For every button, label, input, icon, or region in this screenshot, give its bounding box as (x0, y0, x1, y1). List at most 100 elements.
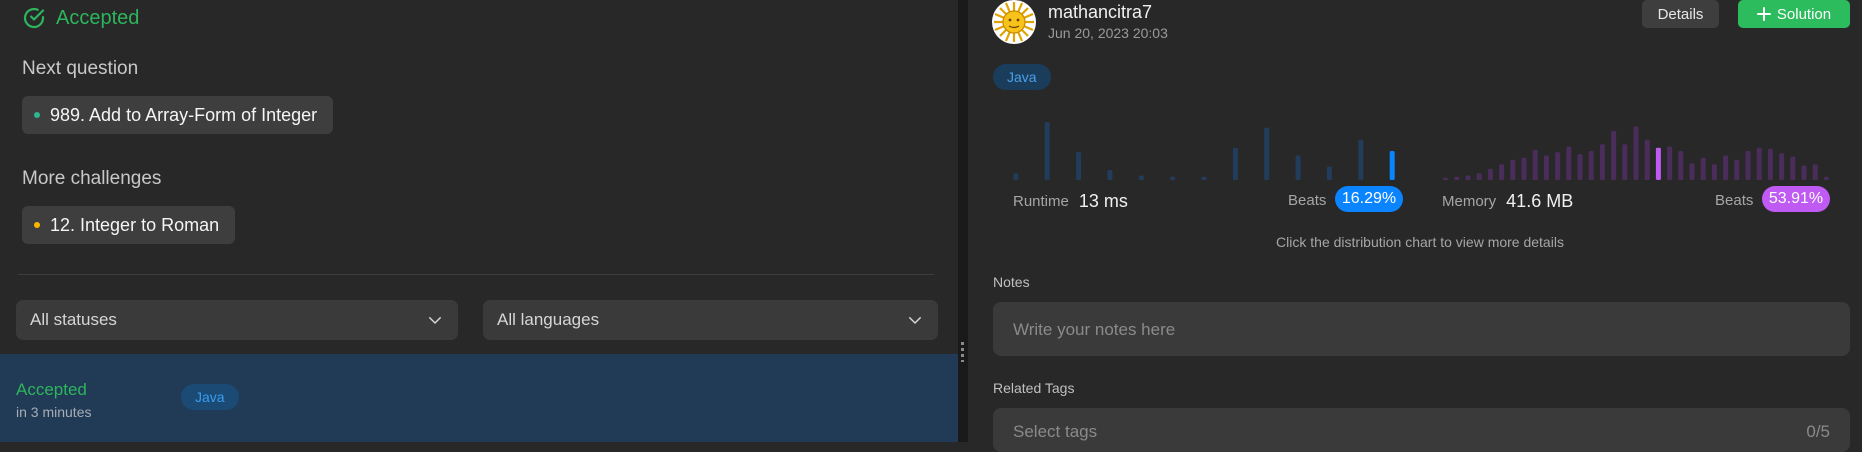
memory-bar[interactable] (1599, 144, 1605, 180)
memory-bar[interactable] (1622, 144, 1628, 180)
memory-label: Memory (1442, 192, 1497, 210)
submission-status[interactable]: Accepted (16, 380, 87, 400)
easy-dot-icon (34, 112, 40, 118)
runtime-beats-badge: 16.29% (1335, 186, 1403, 212)
related-tags-label: Related Tags (993, 380, 1075, 396)
runtime-bar[interactable] (1076, 152, 1082, 180)
memory-bar[interactable] (1767, 148, 1773, 180)
chevron-down-icon (429, 317, 441, 325)
memory-bar[interactable] (1756, 147, 1762, 180)
memory-bar[interactable] (1655, 147, 1661, 180)
memory-distribution-chart[interactable] (1440, 118, 1832, 180)
runtime-bar[interactable] (1044, 122, 1050, 180)
memory-bar[interactable] (1700, 157, 1706, 180)
memory-bar[interactable] (1566, 146, 1572, 181)
tags-placeholder: Select tags (1013, 422, 1098, 441)
memory-bar[interactable] (1577, 154, 1583, 180)
memory-bar[interactable] (1588, 151, 1594, 180)
status-filter-value: All statuses (30, 310, 117, 329)
memory-bar[interactable] (1734, 159, 1740, 180)
runtime-stat: Runtime 13 ms (1013, 186, 1128, 216)
check-circle-icon (23, 7, 45, 29)
memory-bar[interactable] (1543, 155, 1549, 181)
memory-bar[interactable] (1611, 130, 1617, 180)
chevron-down-icon (909, 317, 921, 325)
memory-bar[interactable] (1689, 163, 1695, 180)
memory-bar[interactable] (1476, 173, 1482, 180)
medium-dot-icon (34, 222, 40, 228)
distribution-hint: Click the distribution chart to view mor… (1276, 234, 1564, 250)
memory-bar[interactable] (1745, 151, 1751, 180)
memory-bar[interactable] (1499, 164, 1505, 180)
runtime-value: 13 ms (1078, 190, 1128, 211)
submission-language-badge: Java (181, 384, 239, 410)
accepted-header: Accepted (22, 6, 139, 30)
submission-detail-panel (968, 0, 1862, 442)
challenge-chip[interactable]: 12. Integer to Roman (22, 206, 236, 244)
memory-bar[interactable] (1644, 139, 1650, 180)
runtime-bar[interactable] (1201, 176, 1207, 180)
divider (18, 274, 934, 275)
memory-bar[interactable] (1711, 164, 1717, 180)
memory-bar[interactable] (1454, 176, 1460, 180)
language-filter-value: All languages (497, 310, 600, 329)
runtime-bar[interactable] (1389, 151, 1395, 180)
memory-bar[interactable] (1521, 157, 1527, 180)
runtime-bar[interactable] (1013, 173, 1019, 180)
runtime-bar[interactable] (1295, 155, 1301, 181)
accepted-label: Accepted (56, 6, 140, 29)
runtime-bar[interactable] (1358, 139, 1364, 180)
details-button[interactable]: Details (1642, 0, 1719, 28)
memory-bar[interactable] (1790, 156, 1796, 180)
memory-bar[interactable] (1443, 177, 1449, 180)
memory-stat: Memory 41.6 MB (1442, 186, 1573, 216)
submission-date: Jun 20, 2023 20:03 (1048, 25, 1168, 41)
challenge-title: 12. Integer to Roman (50, 214, 220, 235)
runtime-bar[interactable] (1107, 170, 1113, 180)
submission-row[interactable] (0, 354, 958, 442)
memory-bar[interactable] (1667, 146, 1673, 181)
memory-bar[interactable] (1487, 168, 1493, 180)
status-filter[interactable]: All statuses (16, 300, 458, 340)
memory-bar[interactable] (1633, 126, 1639, 181)
result-panel: Accepted Next question 989. Add to Array… (0, 0, 958, 442)
username[interactable]: mathancitra7 (1048, 2, 1152, 23)
runtime-beats-label: Beats (1288, 192, 1327, 209)
plus-icon (1756, 7, 1771, 21)
language-tag: Java (993, 64, 1051, 90)
avatar[interactable] (992, 0, 1036, 44)
drag-handle-icon[interactable] (961, 342, 964, 362)
more-challenges-label: More challenges (22, 168, 162, 189)
memory-beats-badge: 53.91% (1762, 186, 1830, 212)
submission-time: in 3 minutes (16, 404, 92, 420)
runtime-bar[interactable] (1138, 175, 1144, 181)
memory-bar[interactable] (1510, 159, 1516, 180)
memory-bar[interactable] (1812, 164, 1818, 180)
memory-bar[interactable] (1779, 153, 1785, 180)
solution-button[interactable]: Solution (1738, 0, 1850, 28)
runtime-label: Runtime (1013, 192, 1069, 210)
next-question-chip[interactable]: 989. Add to Array-Form of Integer (22, 96, 334, 134)
memory-bar[interactable] (1532, 149, 1538, 180)
memory-beats-label: Beats (1715, 192, 1754, 209)
runtime-bar[interactable] (1264, 127, 1270, 180)
tags-select[interactable]: Select tags 0/5 (993, 408, 1850, 452)
memory-bar[interactable] (1823, 176, 1829, 180)
memory-bar[interactable] (1555, 152, 1561, 180)
tags-count: 0/5 (1806, 422, 1830, 441)
next-question-label: Next question (22, 58, 139, 79)
notes-label: Notes (993, 274, 1030, 290)
language-filter[interactable]: All languages (483, 300, 938, 340)
runtime-bar[interactable] (1170, 176, 1176, 180)
memory-value: 41.6 MB (1506, 190, 1574, 211)
next-question-title: 989. Add to Array-Form of Integer (50, 104, 318, 125)
runtime-bar[interactable] (1232, 147, 1238, 180)
memory-bar[interactable] (1465, 175, 1471, 181)
runtime-distribution-chart[interactable] (1008, 118, 1400, 180)
memory-bar[interactable] (1801, 165, 1807, 181)
notes-input[interactable]: Write your notes here (993, 302, 1850, 356)
panel-splitter[interactable] (958, 0, 968, 442)
runtime-bar[interactable] (1326, 166, 1332, 180)
memory-bar[interactable] (1723, 155, 1729, 181)
memory-bar[interactable] (1678, 151, 1684, 180)
